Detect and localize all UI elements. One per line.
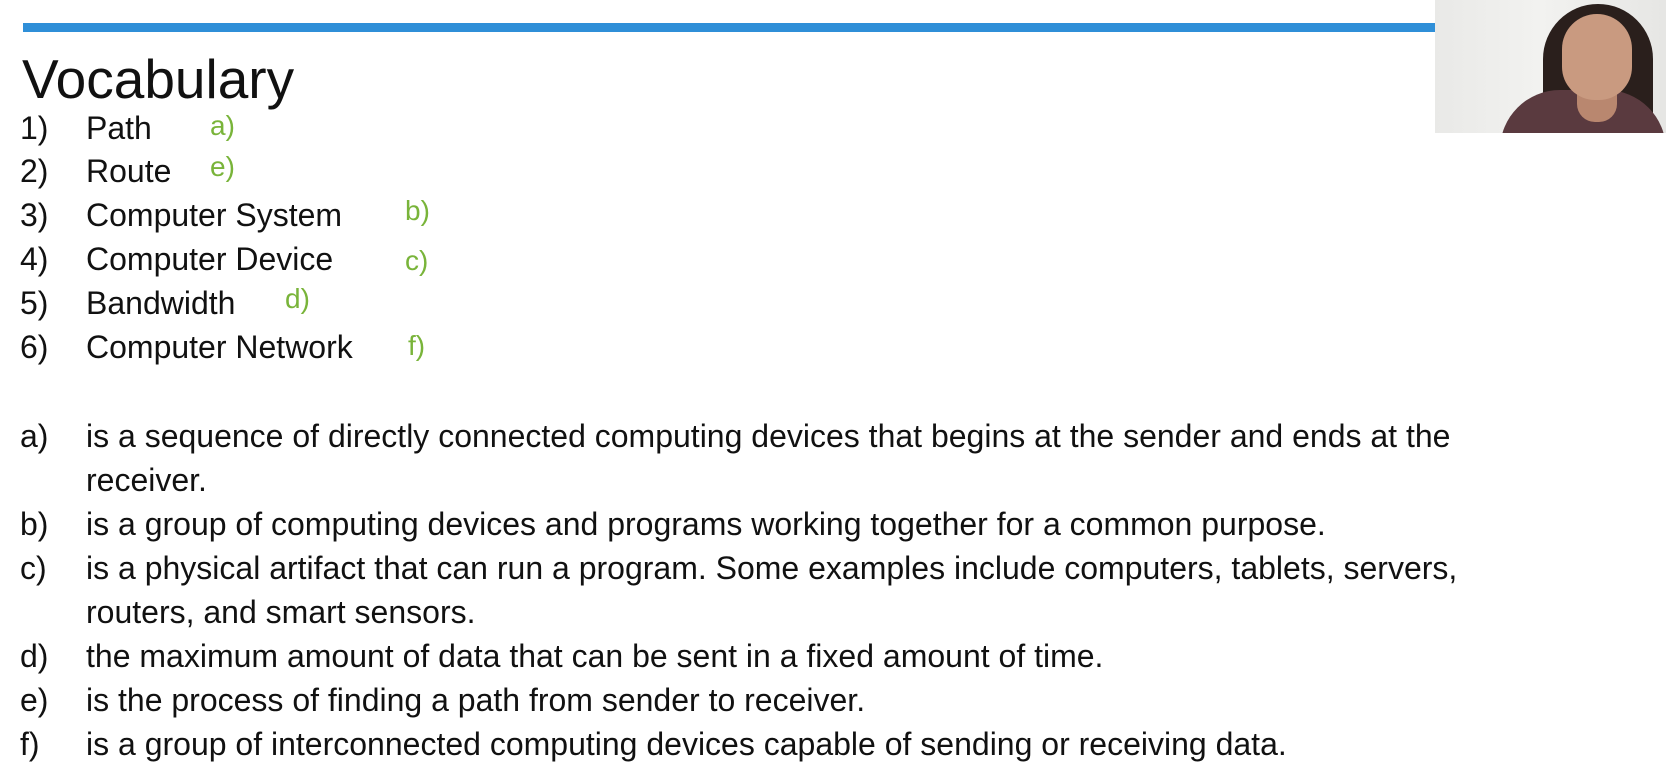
term-label: Bandwidth (86, 285, 236, 321)
slide-title: Vocabulary (22, 48, 295, 110)
term-number: 4) (20, 241, 49, 277)
answer-annotation: b) (405, 195, 430, 226)
definition-text: routers, and smart sensors. (86, 594, 476, 630)
term-number: 6) (20, 329, 49, 365)
definition-text: is a group of interconnected computing d… (86, 726, 1287, 762)
definition-text: is a physical artifact that can run a pr… (86, 550, 1458, 586)
definition-text: is a sequence of directly connected comp… (86, 418, 1451, 454)
definition-text: receiver. (86, 462, 207, 498)
definition-letter: c) (20, 550, 47, 586)
answer-annotation: c) (405, 245, 429, 276)
definition-text: is the process of finding a path from se… (86, 682, 866, 718)
answer-annotation: a) (210, 110, 235, 141)
term-label: Computer System (86, 197, 343, 233)
title-accent-bar (23, 23, 1435, 32)
term-number: 2) (20, 153, 49, 189)
definition-letter: d) (20, 638, 49, 674)
term-number: 1) (20, 110, 49, 146)
answer-annotation: e) (210, 151, 235, 182)
definition-text: the maximum amount of data that can be s… (86, 638, 1104, 674)
term-label: Computer Device (86, 241, 334, 277)
term-label: Route (86, 153, 172, 189)
term-number: 5) (20, 285, 49, 321)
definition-text: is a group of computing devices and prog… (86, 506, 1326, 542)
presenter-webcam-video (1435, 0, 1666, 133)
answer-annotation: f) (408, 330, 426, 361)
answer-annotation: d) (285, 283, 310, 314)
definition-letter: e) (20, 682, 49, 718)
definition-letter: a) (20, 418, 49, 454)
presenter-face (1562, 14, 1632, 100)
term-label: Computer Network (86, 329, 353, 365)
term-label: Path (86, 110, 152, 146)
definition-letter: f) (20, 726, 40, 762)
term-number: 3) (20, 197, 49, 233)
definition-letter: b) (20, 506, 49, 542)
